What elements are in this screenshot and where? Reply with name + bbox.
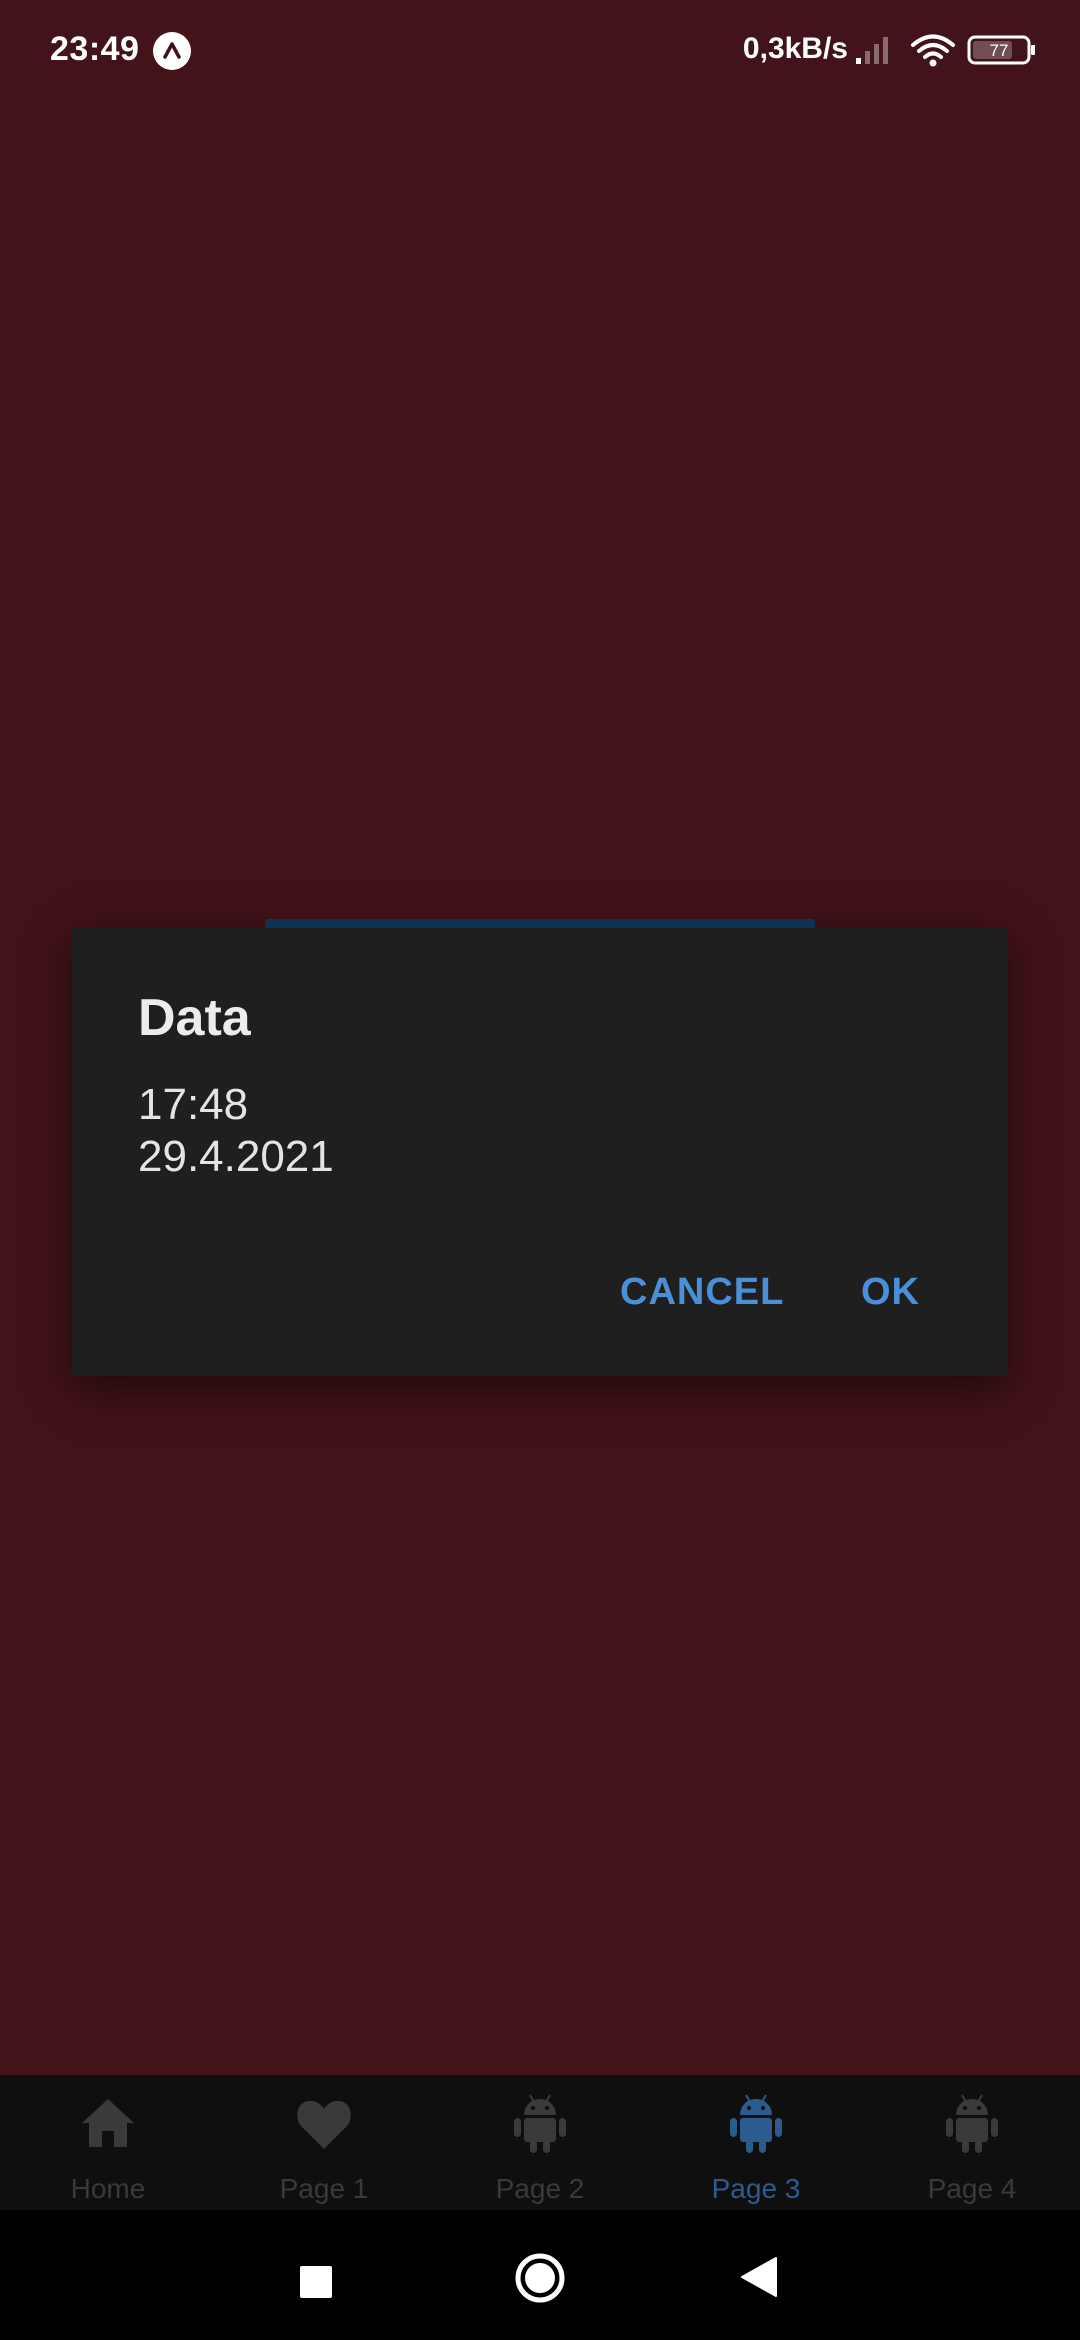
nav-label-page-3: Page 3 <box>711 2173 801 2204</box>
ok-button[interactable]: OK <box>853 1265 928 1320</box>
nav-label-home: Home <box>70 2173 146 2204</box>
nav-item-page-1[interactable]: Page 1 <box>216 2075 432 2210</box>
back-button[interactable] <box>740 2256 778 2298</box>
dialog-time: 17:48 <box>138 1080 249 1129</box>
android-icon <box>514 2094 566 2153</box>
recents-button[interactable] <box>300 2266 332 2298</box>
screen: 23:49 0,3kB/s 77 Data 17:48 29.4.2021 CA… <box>0 0 1080 2340</box>
nav-item-home[interactable]: Home <box>0 2075 216 2210</box>
nav-label-page-2: Page 2 <box>495 2173 585 2204</box>
heart-icon <box>297 2100 351 2149</box>
home-button[interactable] <box>514 2252 566 2304</box>
nav-item-page-2[interactable]: Page 2 <box>432 2075 648 2210</box>
home-icon <box>82 2099 134 2147</box>
status-time: 23:49 <box>50 30 140 68</box>
cancel-button[interactable]: CANCEL <box>612 1265 792 1320</box>
network-speed: 0,3kB/s <box>742 32 848 65</box>
signal-icon <box>856 37 888 64</box>
app-notification-icon <box>153 32 191 70</box>
nav-label-page-4: Page 4 <box>927 2173 1017 2204</box>
dialog-title: Data <box>138 989 251 1047</box>
bottom-navigation: Home Page 1 Page 2 Page 3 Page 4 <box>0 2075 1080 2210</box>
android-icon <box>730 2094 782 2153</box>
status-bar: 23:49 0,3kB/s 77 <box>0 0 1080 100</box>
nav-item-page-4[interactable]: Page 4 <box>864 2075 1080 2210</box>
nav-label-page-1: Page 1 <box>279 2173 369 2204</box>
battery-level: 77 <box>990 41 1009 60</box>
battery-icon: 77 <box>967 35 1035 65</box>
dialog-date: 29.4.2021 <box>138 1132 334 1181</box>
android-icon <box>946 2094 998 2153</box>
wifi-icon <box>911 34 955 67</box>
alert-dialog: Data 17:48 29.4.2021 CANCEL OK <box>72 928 1008 1376</box>
nav-item-page-3[interactable]: Page 3 <box>648 2075 864 2210</box>
